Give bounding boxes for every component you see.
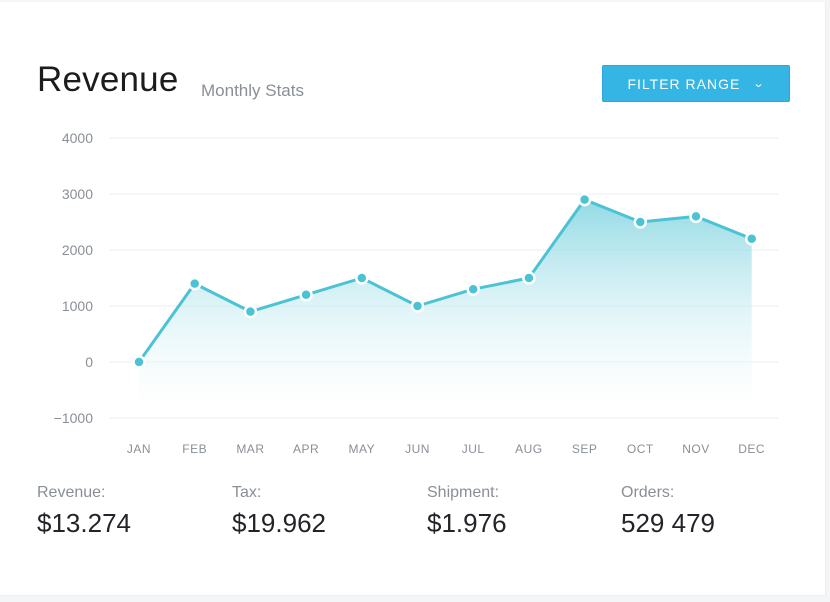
x-tick-label: AUG — [515, 442, 543, 456]
x-tick-label: JAN — [127, 442, 151, 456]
y-tick-label: −1000 — [54, 410, 94, 426]
x-tick-label: SEP — [572, 442, 598, 456]
data-point — [187, 276, 202, 291]
stat-orders: Orders: 529 479 — [621, 484, 715, 538]
stat-tax: Tax: $19.962 — [232, 484, 326, 538]
data-point — [299, 288, 313, 302]
y-tick-label: 2000 — [62, 242, 93, 258]
data-point — [744, 232, 759, 246]
series-area — [139, 199, 752, 410]
x-tick-label: FEB — [182, 442, 207, 456]
x-tick-label: JUN — [405, 442, 430, 456]
stat-shipment: Shipment: $1.976 — [427, 484, 507, 538]
stat-revenue: Revenue: $13.274 — [37, 484, 131, 538]
x-axis-ticks: JAN FEB MAR APR MAY JUN JUL AUG SEP OCT NOV DEC — [127, 442, 765, 456]
page-title: Revenue — [37, 60, 179, 99]
data-point — [355, 271, 369, 285]
x-tick-label: OCT — [627, 442, 654, 456]
y-tick-label: 4000 — [62, 130, 93, 146]
data-point — [577, 192, 592, 207]
x-tick-label: JUL — [462, 442, 485, 456]
revenue-chart: 4000 3000 2000 1000 0 −1000 JAN FEB MAR APR MAY JU… — [54, 130, 778, 456]
data-point — [132, 355, 146, 369]
y-axis-ticks: 4000 3000 2000 1000 0 −1000 — [54, 130, 94, 426]
stat-tax-value: $19.962 — [232, 508, 326, 538]
y-tick-label: 1000 — [62, 298, 93, 314]
data-point — [466, 282, 480, 296]
stat-tax-label: Tax: — [232, 484, 262, 501]
stat-revenue-label: Revenue: — [37, 484, 106, 501]
chevron-down-icon: ⌄ — [752, 78, 767, 90]
page-subtitle: Monthly Stats — [201, 81, 304, 100]
stat-revenue-value: $13.274 — [37, 508, 131, 538]
y-tick-label: 3000 — [62, 186, 93, 202]
data-point — [410, 299, 425, 313]
data-point — [633, 215, 648, 229]
x-tick-label: NOV — [682, 442, 710, 456]
data-point — [689, 209, 703, 224]
x-tick-label: MAR — [236, 442, 264, 456]
filter-range-label: FILTER RANGE — [627, 75, 741, 92]
x-tick-label: DEC — [738, 442, 765, 456]
data-point — [522, 271, 536, 285]
y-tick-label: 0 — [85, 354, 93, 370]
stat-orders-label: Orders: — [621, 484, 675, 501]
stat-orders-value: 529 479 — [621, 508, 715, 538]
x-tick-label: APR — [293, 442, 319, 456]
data-point — [243, 304, 258, 319]
x-tick-label: MAY — [348, 442, 375, 456]
filter-range-button[interactable]: FILTER RANGE ⌄ — [602, 65, 790, 102]
stat-shipment-value: $1.976 — [427, 508, 507, 538]
stat-shipment-label: Shipment: — [427, 484, 500, 501]
